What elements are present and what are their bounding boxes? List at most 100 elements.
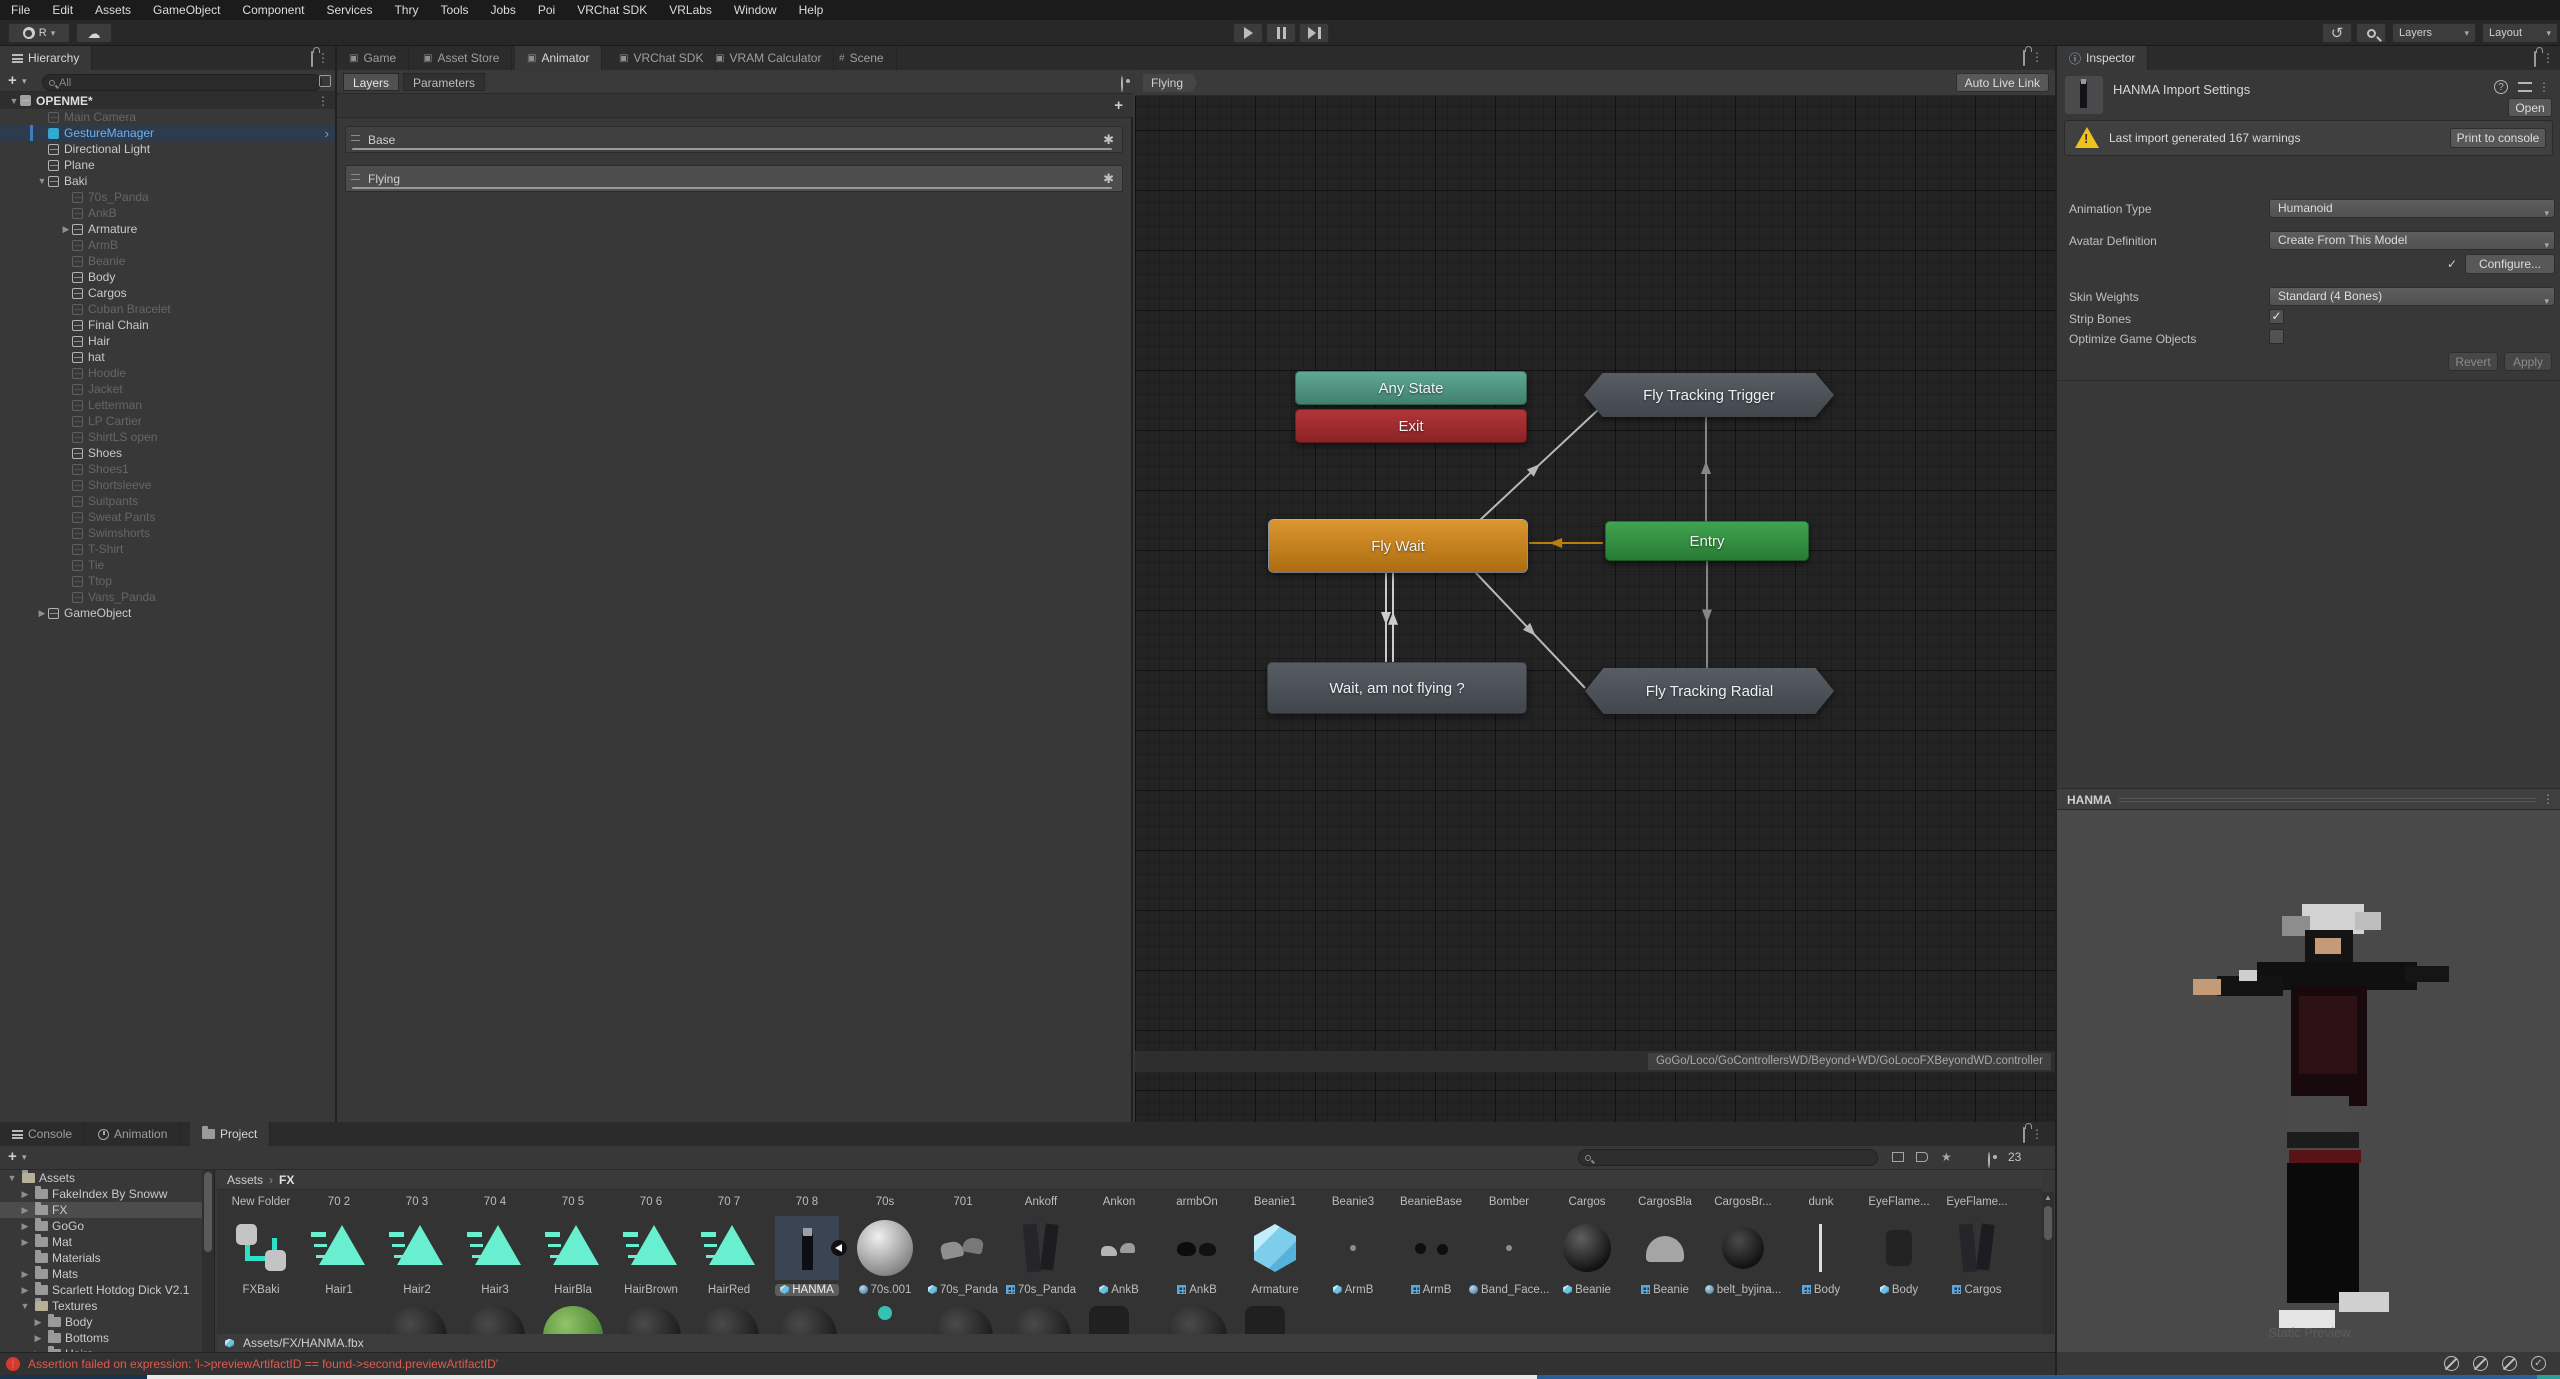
hierarchy-item-letterman[interactable]: Letterman [0, 397, 337, 413]
hierarchy-item-suitpants[interactable]: Suitpants [0, 493, 337, 509]
menu-vrlabs[interactable]: VRLabs [658, 0, 723, 20]
kebab-menu-icon[interactable]: ⋮ [2542, 792, 2554, 806]
asset-label-70s-001[interactable]: 70s.001 [840, 1284, 930, 1296]
collapse-arrow-icon[interactable]: ▶ [60, 224, 72, 235]
tab-console[interactable]: Console [0, 1122, 85, 1146]
tree-folder-body[interactable]: ▶Body [0, 1314, 213, 1330]
asset-thumb-body[interactable] [1867, 1216, 1931, 1280]
search-by-label-icon[interactable] [1916, 1152, 1928, 1162]
menu-file[interactable]: File [0, 0, 41, 20]
asset-thumb-partial[interactable] [933, 1306, 993, 1334]
hierarchy-item-70s_panda[interactable]: 70s_Panda [0, 189, 337, 205]
menu-tools[interactable]: Tools [429, 0, 479, 20]
hierarchy-item-shoes1[interactable]: Shoes1 [0, 461, 337, 477]
tree-scrollbar[interactable] [202, 1170, 214, 1352]
asset-thumb-cargos[interactable] [1945, 1216, 2009, 1280]
asset-thumb-beanie[interactable] [1633, 1216, 1697, 1280]
hierarchy-item-sweat-pants[interactable]: Sweat Pants [0, 509, 337, 525]
menu-jobs[interactable]: Jobs [479, 0, 526, 20]
hierarchy-item-gameobject[interactable]: ▶GameObject [0, 605, 337, 621]
tab-animator[interactable]: ▣Animator [515, 46, 602, 70]
menu-thry[interactable]: Thry [383, 0, 429, 20]
create-asset-button[interactable]: + [8, 1148, 17, 1165]
collapse-arrow-icon[interactable]: ▶ [19, 1205, 31, 1216]
asset-label-band-face-[interactable]: Band_Face... [1464, 1284, 1554, 1296]
print-to-console-button[interactable]: Print to console [2450, 128, 2546, 148]
menu-assets[interactable]: Assets [84, 0, 142, 20]
skin-weights-dropdown[interactable]: Standard (4 Bones)▾ [2269, 287, 2555, 306]
breadcrumb-flying[interactable]: Flying [1143, 74, 1197, 92]
collapse-arrow-icon[interactable]: ▼ [36, 176, 48, 186]
asset-label-belt-byjina-[interactable]: belt_byjina... [1698, 1284, 1788, 1296]
pause-button[interactable] [1266, 23, 1296, 43]
hierarchy-item-ttop[interactable]: Ttop [0, 573, 337, 589]
hierarchy-item-ankb[interactable]: AnkB [0, 205, 337, 221]
asset-thumb-partial[interactable] [1089, 1306, 1129, 1334]
hierarchy-item-gesturemanager[interactable]: GestureManager› [0, 125, 337, 141]
asset-label-row1[interactable]: 70 8 [762, 1196, 852, 1208]
collapse-arrow-icon[interactable]: ▶ [19, 1221, 31, 1232]
asset-thumb-partial[interactable] [699, 1306, 759, 1334]
hierarchy-item-final-chain[interactable]: Final Chain [0, 317, 337, 333]
tree-folder-mats[interactable]: ▶Mats [0, 1266, 213, 1282]
menu-services[interactable]: Services [315, 0, 383, 20]
asset-label-row1[interactable]: dunk [1776, 1196, 1866, 1208]
hierarchy-item-shortsleeve[interactable]: Shortsleeve [0, 477, 337, 493]
asset-label-body[interactable]: Body [1776, 1284, 1866, 1296]
lock-icon[interactable] [2023, 51, 2025, 65]
breadcrumb-fx[interactable]: FX [279, 1173, 294, 1187]
hierarchy-item-armb[interactable]: ArmB [0, 237, 337, 253]
asset-thumb-hairbla[interactable] [541, 1216, 605, 1280]
asset-label-armb[interactable]: ArmB [1308, 1284, 1398, 1296]
kebab-menu-icon[interactable]: ⋮ [2031, 1127, 2043, 1141]
kebab-menu-icon[interactable]: ⋮ [317, 51, 329, 65]
collapse-arrow-icon[interactable]: ▶ [19, 1189, 31, 1200]
auto-live-link-button[interactable]: Auto Live Link [1956, 73, 2049, 92]
tab-inspector[interactable]: ⓘ Inspector [2057, 46, 2148, 70]
asset-label-70s-panda[interactable]: 70s_Panda [918, 1284, 1008, 1296]
open-button[interactable]: Open [2508, 98, 2552, 117]
hierarchy-item-baki[interactable]: ▼Baki [0, 173, 337, 189]
tab-game[interactable]: ▣Game [337, 46, 409, 70]
state-node-any-state[interactable]: Any State [1295, 371, 1527, 405]
asset-label-row1[interactable]: Ankon [1074, 1196, 1164, 1208]
hierarchy-item-jacket[interactable]: Jacket [0, 381, 337, 397]
tab-hierarchy[interactable]: Hierarchy [0, 46, 92, 70]
asset-thumb-partial[interactable] [621, 1306, 681, 1334]
asset-thumb-fxbaki[interactable] [229, 1216, 293, 1280]
tab-parameters[interactable]: Parameters [403, 73, 485, 91]
asset-thumb-hair3[interactable] [463, 1216, 527, 1280]
asset-thumb-beanie[interactable] [1555, 1216, 1619, 1280]
search-by-type-icon[interactable] [1892, 1152, 1904, 1162]
asset-label-armb[interactable]: ArmB [1386, 1284, 1476, 1296]
project-search-input[interactable] [1578, 1149, 1878, 1166]
add-object-button[interactable]: + [8, 72, 17, 89]
asset-thumb-hanma[interactable] [775, 1216, 839, 1280]
collapse-arrow-icon[interactable]: ▼ [6, 1173, 18, 1183]
services-disabled-icon[interactable] [2473, 1356, 2488, 1371]
asset-label-row1[interactable]: Ankoff [996, 1196, 1086, 1208]
hierarchy-item-hair[interactable]: Hair [0, 333, 337, 349]
animation-type-dropdown[interactable]: Humanoid▾ [2269, 199, 2555, 218]
optimize-game-objects-checkbox[interactable] [2269, 329, 2284, 344]
state-node-entry[interactable]: Entry [1605, 521, 1809, 561]
asset-label-hairred[interactable]: HairRed [684, 1284, 774, 1296]
hierarchy-item-hat[interactable]: hat [0, 349, 337, 365]
configure-button[interactable]: Configure... [2465, 254, 2555, 274]
hierarchy-item-shoes[interactable]: Shoes [0, 445, 337, 461]
asset-thumb-hairred[interactable] [697, 1216, 761, 1280]
menu-gameobject[interactable]: GameObject [142, 0, 231, 20]
gear-icon[interactable]: ✱ [1103, 132, 1114, 148]
undo-history-button[interactable]: ↺ [2322, 23, 2352, 43]
presets-icon[interactable] [2518, 82, 2532, 92]
asset-label-ankb[interactable]: AnkB [1152, 1284, 1242, 1296]
asset-label-hairbrown[interactable]: HairBrown [606, 1284, 696, 1296]
asset-label-row1[interactable]: 70 2 [294, 1196, 384, 1208]
tree-folder-textures[interactable]: ▼Textures [0, 1298, 213, 1314]
apply-button[interactable]: Apply [2504, 352, 2552, 371]
state-node-fly-tracking-trigger[interactable]: Fly Tracking Trigger [1576, 373, 1842, 417]
hierarchy-item-hoodie[interactable]: Hoodie [0, 365, 337, 381]
kebab-menu-icon[interactable]: ⋮ [2538, 80, 2550, 94]
hierarchy-item-lp-cartier[interactable]: LP Cartier [0, 413, 337, 429]
asset-thumb-partial[interactable] [465, 1306, 525, 1334]
